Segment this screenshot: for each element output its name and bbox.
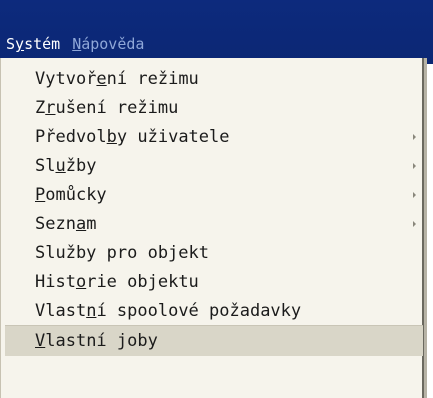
menu-item-label: Vlastní spoolové požadavky (35, 301, 302, 321)
menu-item-label: Historie objektu (35, 272, 199, 292)
menu-system-accelerator: y (15, 35, 25, 53)
menu-bar: Systém Nápověda (0, 0, 433, 64)
menu-item-end-session[interactable]: Zrušení režimu (1, 93, 421, 123)
menu-item-label: Vlastní joby (35, 331, 158, 351)
menu-item-own-jobs[interactable]: Vlastní joby (5, 325, 423, 356)
menu-item-label: Předvolby uživatele (35, 127, 230, 147)
menu-item-object-history[interactable]: Historie objektu (1, 267, 421, 297)
menu-item-label: Seznam (35, 214, 97, 234)
menu-item-user-profile[interactable]: Předvolby uživatele (1, 122, 421, 152)
menu-item-label: Služby (35, 156, 97, 176)
menu-item-label: Služby pro objekt (35, 243, 209, 263)
submenu-arrow-icon (413, 192, 416, 198)
menu-item-list[interactable]: Seznam (1, 209, 421, 239)
submenu-arrow-icon (413, 221, 416, 227)
menu-help[interactable]: Nápověda (66, 33, 150, 55)
menu-help-accelerator: N (72, 35, 82, 53)
menu-system[interactable]: Systém (0, 33, 66, 55)
menu-system-label-post: stém (24, 35, 61, 53)
submenu-arrow-icon (413, 134, 416, 140)
menu-item-label: Zrušení režimu (35, 98, 179, 118)
menu-item-object-services[interactable]: Služby pro objekt (1, 238, 421, 268)
menu-item-label: Pomůcky (35, 185, 107, 205)
menu-system-label-pre: S (6, 35, 16, 53)
menu-item-label: Vytvoření režimu (35, 69, 199, 89)
menu-item-own-spool-requests[interactable]: Vlastní spoolové požadavky (1, 296, 421, 326)
submenu-arrow-icon (413, 163, 416, 169)
menu-item-utilities[interactable]: Pomůcky (1, 180, 421, 210)
system-dropdown-menu: Vytvoření režimu Zrušení režimu Předvolb… (0, 58, 424, 398)
menu-help-label-post: ápověda (81, 35, 145, 53)
menu-item-services[interactable]: Služby (1, 151, 421, 181)
menu-item-create-session[interactable]: Vytvoření režimu (1, 64, 421, 94)
